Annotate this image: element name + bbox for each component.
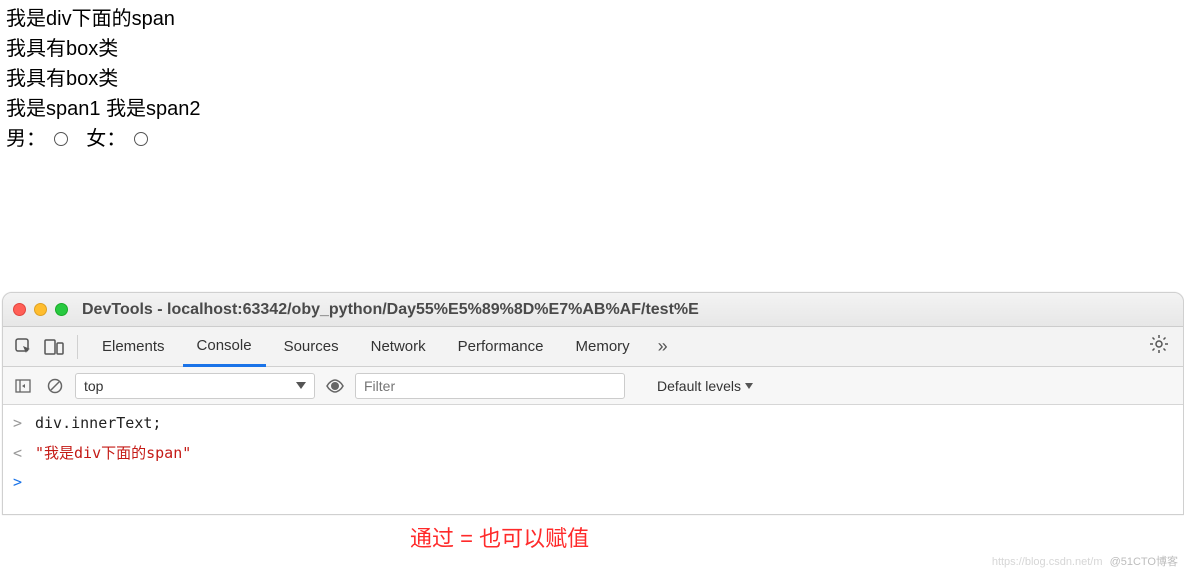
output-marker-icon: < <box>13 441 27 467</box>
tab-sources[interactable]: Sources <box>270 327 353 367</box>
tab-memory[interactable]: Memory <box>562 327 644 367</box>
tabs-overflow[interactable]: » <box>648 336 678 357</box>
text-line: 我具有box类 <box>6 34 1178 64</box>
devtools-tabbar: Elements Console Sources Network Perform… <box>3 327 1183 367</box>
clear-console-icon[interactable] <box>43 374 67 398</box>
window-title: DevTools - localhost:63342/oby_python/Da… <box>82 301 699 319</box>
female-label: 女： <box>86 128 126 150</box>
window-titlebar[interactable]: DevTools - localhost:63342/oby_python/Da… <box>3 293 1183 327</box>
watermark-a: https://blog.csdn.net/m <box>992 556 1103 568</box>
annotation-text: 通过 = 也可以赋值 <box>410 521 589 553</box>
span2: 我是span2 <box>106 98 201 120</box>
gear-icon[interactable] <box>1143 334 1175 360</box>
tab-elements[interactable]: Elements <box>88 327 179 367</box>
filter-input[interactable] <box>355 373 625 399</box>
live-expression-icon[interactable] <box>323 374 347 398</box>
text-line: 我具有box类 <box>6 64 1178 94</box>
log-levels-select[interactable]: Default levels <box>657 378 753 394</box>
minimize-icon[interactable] <box>34 303 47 316</box>
watermark: https://blog.csdn.net/m @51CTO博客 <box>992 553 1178 569</box>
console-sidebar-toggle-icon[interactable] <box>11 374 35 398</box>
close-icon[interactable] <box>13 303 26 316</box>
tab-performance[interactable]: Performance <box>444 327 558 367</box>
tab-console[interactable]: Console <box>183 327 266 367</box>
radio-row: 男： 女： <box>6 124 1178 154</box>
text-line: 我是div下面的span <box>6 4 1178 34</box>
console-toolbar: top Default levels <box>3 367 1183 405</box>
chevron-down-icon <box>745 383 753 389</box>
chevron-down-icon <box>296 382 306 389</box>
span1: 我是span1 <box>6 98 101 120</box>
zoom-icon[interactable] <box>55 303 68 316</box>
execution-context-select[interactable]: top <box>75 373 315 399</box>
prompt-marker-icon: > <box>13 470 27 496</box>
traffic-lights <box>13 303 68 316</box>
console-output-value: "我是div下面的span" <box>35 441 191 467</box>
input-marker-icon: > <box>13 411 27 437</box>
watermark-b: @51CTO博客 <box>1110 556 1178 568</box>
inspect-icon[interactable] <box>11 334 37 360</box>
levels-label: Default levels <box>657 378 741 394</box>
male-label: 男： <box>6 128 46 150</box>
console-body[interactable]: > div.innerText; < "我是div下面的span" > <box>3 405 1183 514</box>
radio-female[interactable] <box>134 132 148 146</box>
console-output-line: < "我是div下面的span" <box>3 439 1183 469</box>
span-row: 我是span1 我是span2 <box>6 94 1178 124</box>
devtools-window: DevTools - localhost:63342/oby_python/Da… <box>2 292 1184 515</box>
radio-male[interactable] <box>54 132 68 146</box>
device-toggle-icon[interactable] <box>41 334 67 360</box>
rendered-page: 我是div下面的span 我具有box类 我具有box类 我是span1 我是s… <box>0 0 1184 158</box>
tab-network[interactable]: Network <box>357 327 440 367</box>
console-input-code: div.innerText; <box>35 411 161 437</box>
console-input-line: > div.innerText; <box>3 409 1183 439</box>
context-value: top <box>84 378 103 394</box>
separator <box>77 335 78 359</box>
console-prompt-line[interactable]: > <box>3 468 1183 498</box>
